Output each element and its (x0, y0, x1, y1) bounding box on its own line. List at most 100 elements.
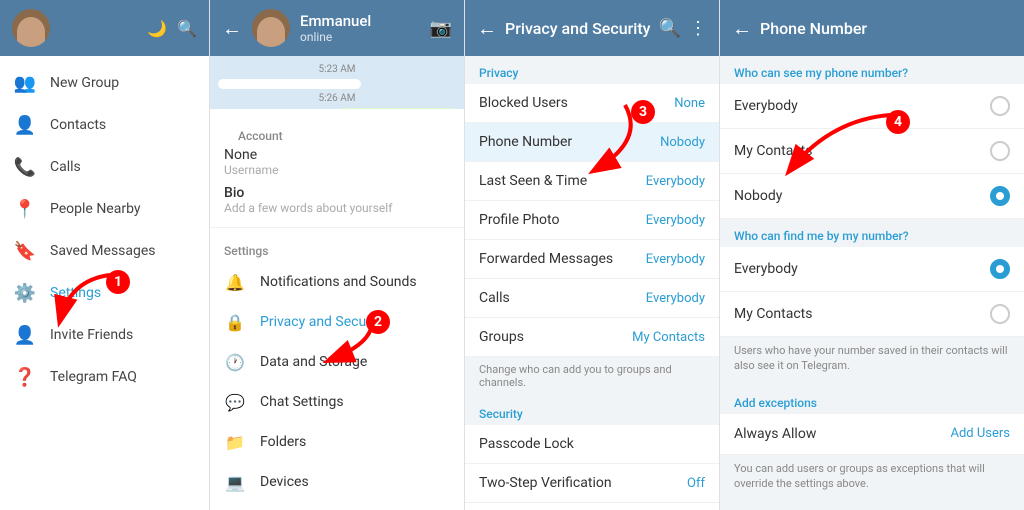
settings-header: ← Emmanuel online 📷 (210, 0, 464, 56)
privacy-item-value: Everybody (646, 291, 705, 306)
privacy-item-calls[interactable]: Calls Everybody (465, 279, 719, 318)
radio-label: Nobody (734, 188, 782, 204)
radio-item-my-contacts-find[interactable]: My Contacts (720, 292, 1024, 337)
settings-item-folders[interactable]: 📁 Folders (210, 422, 464, 462)
calls-icon: 📞 (14, 156, 36, 178)
phone-panel-title: Phone Number (760, 19, 867, 38)
security-item-two-step[interactable]: Two-Step Verification Off (465, 464, 719, 503)
privacy-item-last-seen[interactable]: Last Seen & Time Everybody (465, 162, 719, 201)
sidebar-item-label: Telegram FAQ (50, 369, 137, 385)
settings-item-devices[interactable]: 💻 Devices (210, 462, 464, 502)
privacy-panel-title: Privacy and Security (505, 19, 650, 38)
privacy-item-forwarded-messages[interactable]: Forwarded Messages Everybody (465, 240, 719, 279)
sidebar-item-label: Contacts (50, 117, 106, 133)
privacy-item-label: Groups (479, 329, 524, 345)
sidebar-item-label: Calls (50, 159, 81, 175)
sidebar-item-telegram-faq[interactable]: ❓ Telegram FAQ (0, 356, 209, 398)
radio-item-everybody-find[interactable]: Everybody (720, 247, 1024, 292)
privacy-search-icon[interactable]: 🔍 (659, 18, 681, 39)
radio-item-my-contacts[interactable]: My Contacts (720, 129, 1024, 174)
sidebar-header: 🌙 🔍 (0, 0, 209, 56)
always-allow-row: Always Allow Add Users (720, 414, 1024, 455)
sidebar-item-contacts[interactable]: 👤 Contacts (0, 104, 209, 146)
sidebar-item-saved-messages[interactable]: 🔖 Saved Messages (0, 230, 209, 272)
radio-circle-my-contacts-find[interactable] (990, 304, 1010, 324)
back-icon[interactable]: ← (222, 16, 242, 41)
who-find-options: Everybody My Contacts (720, 247, 1024, 337)
account-none-value: None (224, 147, 450, 163)
security-section-header: Security (465, 397, 719, 425)
radio-item-nobody[interactable]: Nobody (720, 174, 1024, 219)
notifications-icon: 🔔 (224, 271, 246, 293)
account-username-label: Username (224, 163, 450, 177)
data-storage-icon: 🕐 (224, 351, 246, 373)
radio-item-everybody[interactable]: Everybody (720, 84, 1024, 129)
privacy-item-groups[interactable]: Groups My Contacts (465, 318, 719, 357)
phone-back-icon[interactable]: ← (732, 16, 752, 41)
sidebar-item-settings[interactable]: ⚙️ Settings (0, 272, 209, 314)
privacy-back-icon[interactable]: ← (477, 16, 497, 41)
radio-circle-my-contacts[interactable] (990, 141, 1010, 161)
privacy-item-label: Calls (479, 290, 510, 306)
sidebar-item-new-group[interactable]: 👥 New Group (0, 62, 209, 104)
privacy-more-icon[interactable]: ⋮ (689, 18, 707, 39)
settings-section-label: Settings (210, 236, 464, 262)
profile-info: Emmanuel online (300, 12, 371, 44)
privacy-icon: 🔒 (224, 311, 246, 333)
folders-icon: 📁 (224, 431, 246, 453)
security-item-active-sessions[interactable]: Active Sessions (465, 503, 719, 510)
settings-item-label: Chat Settings (260, 394, 344, 410)
security-item-passcode[interactable]: Passcode Lock (465, 425, 719, 464)
privacy-item-profile-photo[interactable]: Profile Photo Everybody (465, 201, 719, 240)
privacy-item-label: Phone Number (479, 134, 572, 150)
settings-item-chat-settings[interactable]: 💬 Chat Settings (210, 382, 464, 422)
profile-status: online (300, 30, 371, 44)
bio-hint: Add a few words about yourself (224, 201, 450, 215)
security-item-label: Passcode Lock (479, 436, 574, 452)
security-item-value: Off (687, 476, 705, 491)
search-icon[interactable]: 🔍 (177, 19, 197, 38)
chat-settings-icon: 💬 (224, 391, 246, 413)
profile-name: Emmanuel (300, 12, 371, 30)
camera-icon[interactable]: 📷 (430, 18, 452, 39)
sidebar-item-invite-friends[interactable]: 👤 Invite Friends (0, 314, 209, 356)
radio-circle-everybody[interactable] (990, 96, 1010, 116)
sidebar-item-label: People Nearby (50, 201, 141, 217)
settings-item-label: Data and Storage (260, 354, 367, 370)
exceptions-note: You can add users or groups as exception… (720, 455, 1024, 500)
settings-item-privacy[interactable]: 🔒 Privacy and Security (210, 302, 464, 342)
who-see-label: Who can see my phone number? (720, 56, 1024, 84)
privacy-item-phone-number[interactable]: Phone Number Nobody (465, 123, 719, 162)
exceptions-section: Add exceptions Always Allow Add Users Yo… (720, 386, 1024, 500)
privacy-item-blocked-users[interactable]: Blocked Users None (465, 84, 719, 123)
radio-circle-nobody[interactable] (990, 186, 1010, 206)
privacy-item-value: Everybody (646, 213, 705, 228)
always-allow-label: Always Allow (734, 426, 816, 442)
settings-item-notifications[interactable]: 🔔 Notifications and Sounds (210, 262, 464, 302)
sidebar-item-calls[interactable]: 📞 Calls (0, 146, 209, 188)
avatar-image (17, 17, 45, 47)
settings-item-data-storage[interactable]: 🕐 Data and Storage (210, 342, 464, 382)
chat-messages-area: 5:23 AM 5:26 AM (210, 56, 464, 109)
radio-label: Everybody (734, 261, 798, 277)
radio-label: Everybody (734, 98, 798, 114)
moon-icon[interactable]: 🌙 (147, 19, 167, 38)
radio-circle-everybody-find[interactable] (990, 259, 1010, 279)
sidebar-item-people-nearby[interactable]: 📍 People Nearby (0, 188, 209, 230)
add-users-button[interactable]: Add Users (950, 426, 1010, 441)
saved-messages-icon: 🔖 (14, 240, 36, 262)
privacy-items-list: Blocked Users None Phone Number Nobody L… (465, 84, 719, 357)
settings-item-label: Privacy and Security (260, 314, 386, 330)
who-find-label: Who can find me by my number? (720, 219, 1024, 247)
privacy-item-value: My Contacts (632, 330, 705, 345)
phone-header: ← Phone Number (720, 0, 1024, 56)
faq-icon: ❓ (14, 366, 36, 388)
phone-number-panel: ← Phone Number Who can see my phone numb… (720, 0, 1024, 510)
settings-panel: ← Emmanuel online 📷 5:23 AM 5:26 AM Acco… (210, 0, 465, 510)
profile-picture (252, 9, 290, 47)
radio-label: My Contacts (734, 306, 812, 322)
sidebar-item-label: Settings (50, 285, 101, 301)
sidebar-item-label: Saved Messages (50, 243, 156, 259)
account-section: Account None Username Bio Add a few word… (210, 109, 464, 228)
avatar (12, 9, 50, 47)
